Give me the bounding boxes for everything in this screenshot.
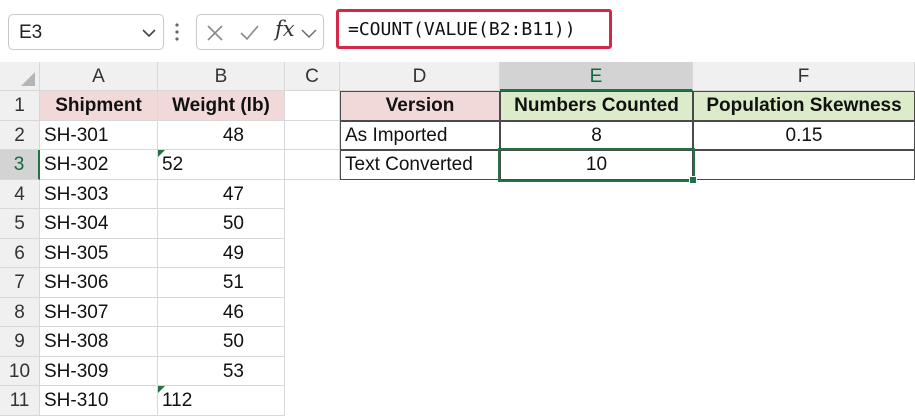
name-box-value: E3: [19, 22, 43, 43]
cell-b10[interactable]: 53: [158, 357, 285, 386]
row-header-10[interactable]: 10: [0, 357, 40, 386]
cell-a7[interactable]: SH-306: [40, 268, 158, 298]
row-header-2[interactable]: 2: [0, 121, 40, 150]
cell-a9[interactable]: SH-308: [40, 327, 158, 357]
insert-function-icon[interactable]: fx: [275, 17, 299, 41]
cell-a11[interactable]: SH-310: [40, 386, 158, 416]
cell-f1[interactable]: Population Skewness: [693, 91, 915, 121]
cell-b3[interactable]: 52: [158, 150, 285, 180]
enter-check-icon[interactable]: [237, 21, 261, 45]
cell-e1[interactable]: Numbers Counted: [500, 91, 693, 121]
column-header-f[interactable]: F: [693, 62, 915, 91]
row-header-8[interactable]: 8: [0, 298, 40, 327]
chevron-down-icon[interactable]: [141, 25, 157, 41]
cell-a3[interactable]: SH-302: [40, 150, 158, 180]
row-header-5[interactable]: 5: [0, 209, 40, 239]
select-all-corner[interactable]: [0, 62, 40, 91]
active-cell-selection: [498, 148, 695, 182]
cell-a10[interactable]: SH-309: [40, 357, 158, 386]
column-header-c[interactable]: C: [285, 62, 340, 91]
cell-c2[interactable]: [285, 121, 340, 150]
formula-text: =COUNT(VALUE(B2:B11)): [348, 19, 576, 40]
cell-f2[interactable]: 0.15: [693, 121, 915, 150]
row-header-4[interactable]: 4: [0, 180, 40, 209]
cell-b11-text: 112: [162, 390, 193, 411]
cell-f3[interactable]: [693, 150, 915, 180]
formula-controls: fx: [196, 14, 324, 50]
cell-b1[interactable]: Weight (lb): [158, 91, 285, 121]
cell-e2[interactable]: 8: [500, 121, 693, 150]
name-box[interactable]: E3: [8, 14, 164, 50]
cancel-icon[interactable]: [203, 21, 227, 45]
cell-b5[interactable]: 50: [158, 209, 285, 239]
cell-b3-text: 52: [162, 154, 184, 175]
row-header-9[interactable]: 9: [0, 327, 40, 357]
row-header-6[interactable]: 6: [0, 239, 40, 268]
more-options-icon[interactable]: [174, 20, 180, 44]
cell-b9[interactable]: 50: [158, 327, 285, 357]
cell-a1[interactable]: Shipment: [40, 91, 158, 121]
column-header-a[interactable]: A: [40, 62, 158, 91]
cell-b8[interactable]: 46: [158, 298, 285, 327]
cell-c1[interactable]: [285, 91, 340, 121]
cell-a4[interactable]: SH-303: [40, 180, 158, 209]
column-header-b[interactable]: B: [158, 62, 285, 91]
fill-handle[interactable]: [689, 176, 697, 184]
row-header-11[interactable]: 11: [0, 386, 40, 416]
cell-b11[interactable]: 112: [158, 386, 285, 416]
formula-bar-area: E3 fx =COUNT(VALUE(B2:B11)): [0, 0, 915, 60]
column-header-e[interactable]: E: [500, 62, 693, 91]
column-header-d[interactable]: D: [340, 62, 500, 91]
cell-d1[interactable]: Version: [340, 91, 500, 121]
cell-b6[interactable]: 49: [158, 239, 285, 268]
chevron-down-icon[interactable]: [299, 21, 319, 45]
cell-b4[interactable]: 47: [158, 180, 285, 209]
cell-a8[interactable]: SH-307: [40, 298, 158, 327]
formula-input[interactable]: =COUNT(VALUE(B2:B11)): [336, 9, 612, 49]
select-all-icon: [21, 72, 35, 86]
row-header-7[interactable]: 7: [0, 268, 40, 298]
cell-c3[interactable]: [285, 150, 340, 180]
cell-d2[interactable]: As Imported: [340, 121, 500, 150]
cell-a2[interactable]: SH-301: [40, 121, 158, 150]
cell-d3[interactable]: Text Converted: [340, 150, 500, 180]
cell-b2[interactable]: 48: [158, 121, 285, 150]
row-header-1[interactable]: 1: [0, 91, 40, 121]
row-header-3[interactable]: 3: [0, 150, 40, 180]
cell-b7[interactable]: 51: [158, 268, 285, 298]
cell-a6[interactable]: SH-305: [40, 239, 158, 268]
cell-a5[interactable]: SH-304: [40, 209, 158, 239]
